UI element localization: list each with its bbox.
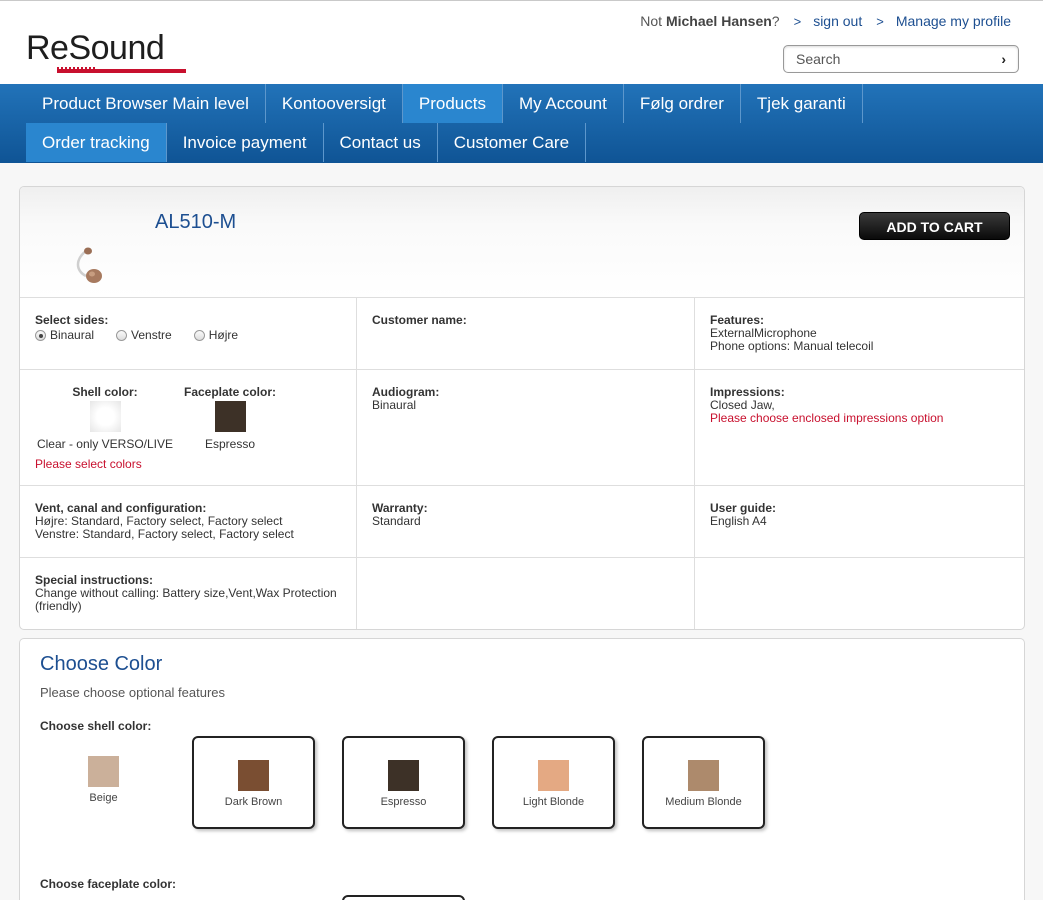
chevron-right-icon: > (793, 13, 802, 29)
faceplate-color-swatch (214, 401, 246, 432)
nav-row-1: Product Browser Main level Kontooversigt… (26, 84, 863, 123)
radio-hojre[interactable]: Højre (193, 328, 239, 342)
resound-logo[interactable]: ReSound (26, 28, 165, 68)
espresso-swatch (388, 760, 419, 791)
special-instructions-cell: Special instructions: Change without cal… (20, 558, 357, 629)
vent-cell: Vent, canal and configuration: Højre: St… (20, 486, 357, 558)
shell-option-dark-brown[interactable]: Dark Brown (192, 736, 315, 829)
features-cell: Features: ExternalMicrophone Phone optio… (695, 298, 1024, 370)
sign-out-link[interactable]: > sign out (794, 13, 863, 29)
audiogram-label: Audiogram: (372, 385, 440, 399)
choose-color-title: Choose Color (40, 653, 163, 675)
nav-product-browser[interactable]: Product Browser Main level (26, 84, 266, 123)
select-sides-cell: Select sides: Binaural Venstre Højre (20, 298, 357, 370)
feature-line: Phone options: Manual telecoil (710, 339, 874, 353)
radio-label: Binaural (50, 328, 95, 342)
nav-invoice-payment[interactable]: Invoice payment (167, 123, 324, 162)
shell-color-swatch (89, 401, 121, 432)
audiogram-value: Binaural (372, 398, 417, 412)
faceplate-color-display[interactable]: Faceplate color: Espresso (180, 386, 280, 451)
nav-customer-care[interactable]: Customer Care (438, 123, 587, 162)
colors-cell: Shell color: Clear - only VERSO/LIVE Fac… (20, 370, 357, 486)
shell-color-label: Shell color: (72, 385, 138, 399)
nav-tjek-garanti[interactable]: Tjek garanti (741, 84, 863, 123)
shell-option-beige[interactable]: Beige (42, 736, 165, 829)
nav-contact-us[interactable]: Contact us (324, 123, 438, 162)
light-blonde-swatch (538, 760, 569, 791)
not-prefix: Not (640, 13, 663, 29)
audiogram-cell: Audiogram: Binaural (357, 370, 695, 486)
user-guide-cell: User guide: English A4 (695, 486, 1024, 558)
faceplate-color-value: Espresso (204, 437, 256, 451)
beige-swatch (88, 756, 119, 787)
product-header: AL510-M ADD TO CART (20, 187, 1024, 298)
nav-kontooversigt[interactable]: Kontooversigt (266, 84, 403, 123)
vent-line-venstre: Venstre: Standard, Factory select, Facto… (35, 527, 294, 541)
shell-option-espresso[interactable]: Espresso (342, 736, 465, 829)
manage-profile-label: Manage my profile (895, 13, 1011, 29)
shell-option-medium-blonde[interactable]: Medium Blonde (642, 736, 765, 829)
customer-name-cell: Customer name: (357, 298, 695, 370)
nav-my-account[interactable]: My Account (503, 84, 624, 123)
user-bar: Not Michael Hansen? > sign out > Manage my… (640, 13, 1011, 29)
option-label: Espresso (380, 796, 427, 808)
choose-color-panel: Choose Color Please choose optional feat… (19, 638, 1025, 900)
option-label: Dark Brown (224, 796, 283, 808)
sides-radio-group: Binaural Venstre Højre (35, 329, 341, 342)
chevron-right-icon: > (876, 13, 884, 29)
add-to-cart-button[interactable]: ADD TO CART (859, 212, 1010, 240)
faceplate-color-heading: Choose faceplate color: (40, 877, 177, 891)
shell-color-heading: Choose shell color: (40, 719, 152, 733)
search-box: › (783, 45, 1019, 73)
option-label: Beige (89, 792, 118, 804)
option-label: Medium Blonde (665, 796, 742, 808)
radio-selected-icon (35, 330, 46, 341)
warranty-cell: Warranty: Standard (357, 486, 695, 558)
special-line: (friendly) (35, 599, 82, 613)
colors-warning: Please select colors (35, 457, 142, 471)
user-name: Michael Hansen (665, 13, 772, 29)
hearing-aid-image (76, 247, 102, 283)
empty-cell (695, 558, 1024, 629)
logo-underline (57, 69, 186, 73)
radio-venstre[interactable]: Venstre (116, 329, 172, 342)
radio-label: Venstre (131, 328, 172, 342)
shell-color-display[interactable]: Shell color: Clear - only VERSO/LIVE (36, 386, 174, 451)
search-submit-icon[interactable]: › (1001, 51, 1006, 67)
manage-profile-link[interactable]: > Manage my profile (876, 13, 1011, 29)
nav-folg-ordrer[interactable]: Følg ordrer (624, 84, 741, 123)
faceplate-option[interactable] (342, 895, 465, 900)
faceplate-color-label: Faceplate color: (183, 385, 277, 399)
choose-color-subtitle: Please choose optional features (40, 685, 226, 700)
main-navigation: Product Browser Main level Kontooversigt… (0, 84, 1043, 163)
product-panel: AL510-M ADD TO CART Select sides: Binaur… (19, 186, 1025, 630)
question-mark: ? (771, 13, 780, 29)
warranty-value: Standard (372, 514, 421, 528)
select-sides-label: Select sides: (35, 313, 109, 327)
radio-label: Højre (208, 328, 239, 342)
impressions-warning: Please choose enclosed impressions optio… (710, 411, 944, 425)
nav-row-2: Order tracking Invoice payment Contact u… (26, 123, 587, 162)
radio-binaural[interactable]: Binaural (35, 329, 94, 342)
dark-brown-swatch (238, 760, 269, 791)
shell-color-value: Clear - only VERSO/LIVE (36, 437, 174, 451)
nav-order-tracking[interactable]: Order tracking (26, 123, 167, 162)
shell-option-light-blonde[interactable]: Light Blonde (492, 736, 615, 829)
sign-out-label: sign out (813, 13, 863, 29)
empty-cell (357, 558, 695, 629)
product-title: AL510-M (155, 211, 237, 233)
option-label: Light Blonde (522, 796, 585, 808)
radio-icon (116, 330, 128, 341)
user-guide-value: English A4 (710, 514, 767, 528)
customer-name-label: Customer name: (372, 313, 467, 327)
nav-products[interactable]: Products (402, 84, 503, 123)
search-input[interactable] (796, 51, 986, 67)
radio-icon (193, 330, 205, 341)
medium-blonde-swatch (688, 760, 719, 791)
impressions-cell: Impressions: Closed Jaw, Please choose e… (695, 370, 1024, 486)
top-header: ReSound Not Michael Hansen? > sign out > M… (0, 0, 1043, 84)
